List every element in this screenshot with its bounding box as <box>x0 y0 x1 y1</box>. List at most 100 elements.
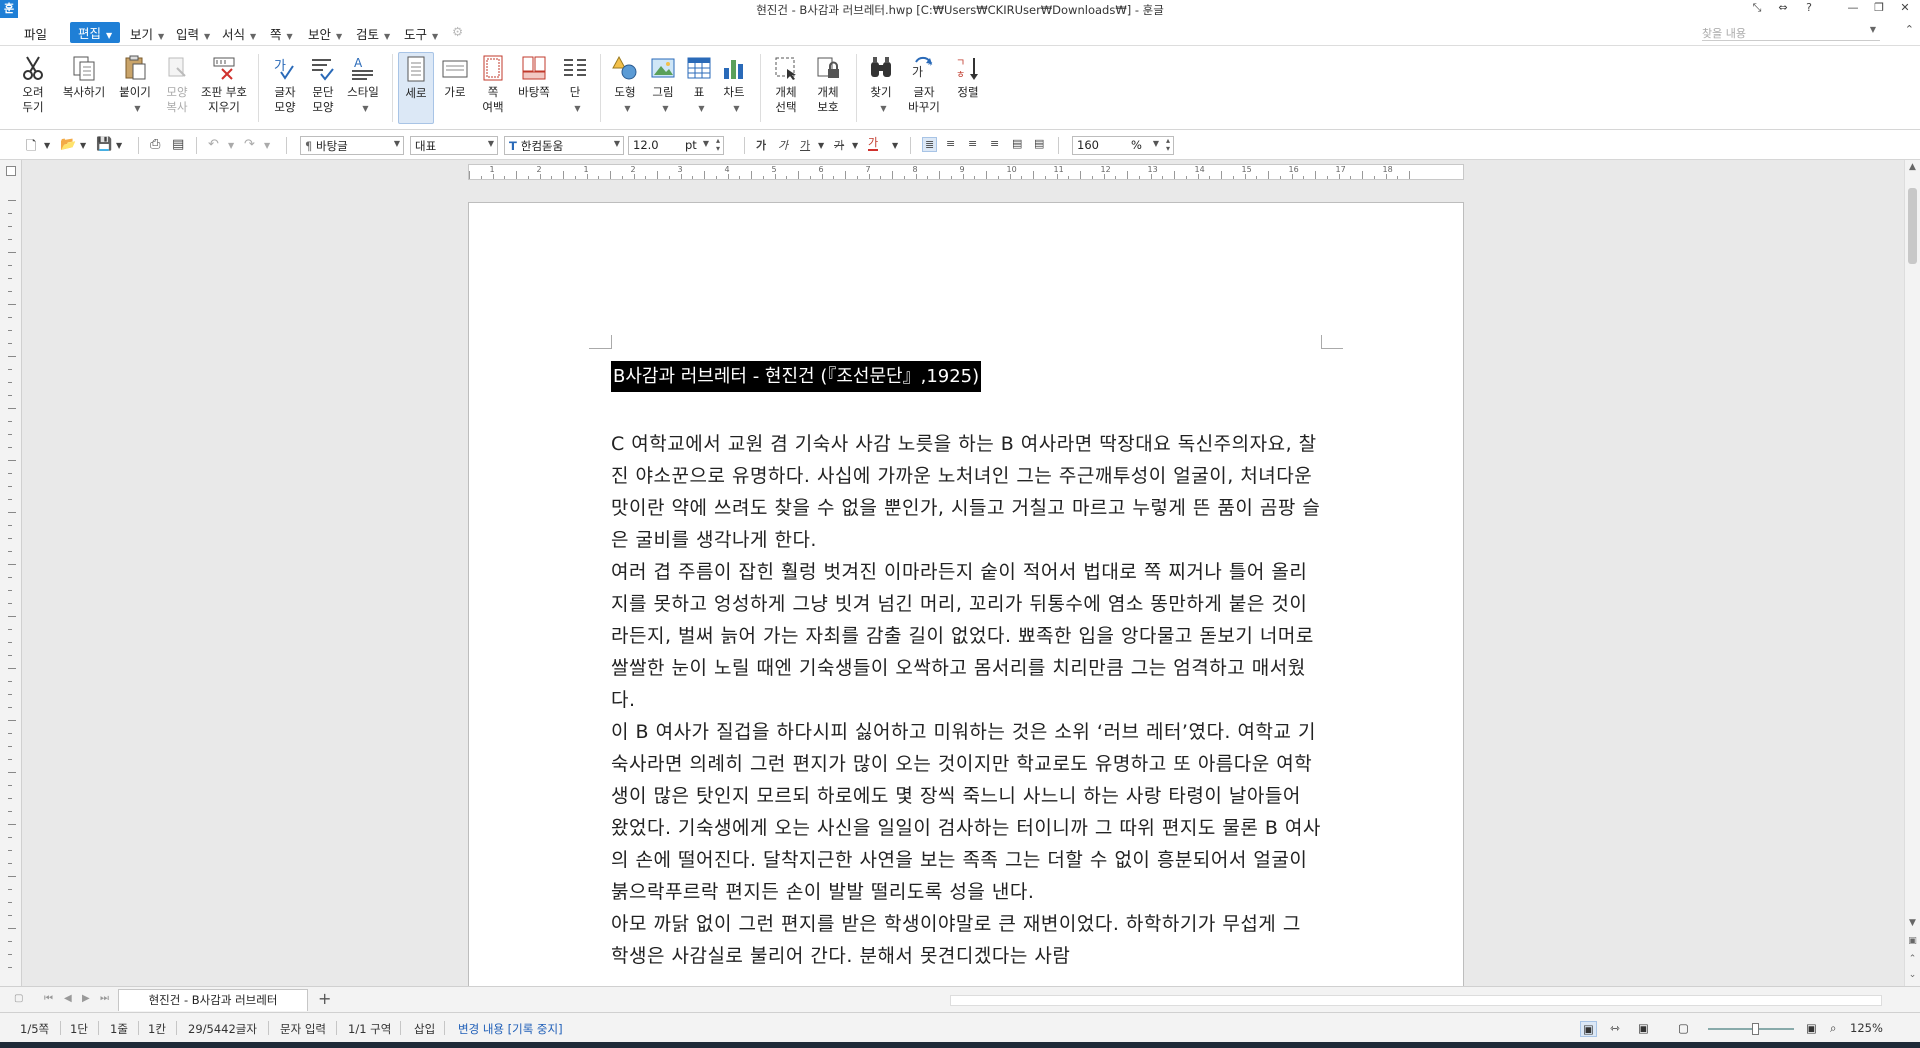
vertical-ruler[interactable] <box>0 160 22 986</box>
horizontal-ruler[interactable]: 1 2 1 2 3 4 5 6 7 8 9 10 11 12 13 14 15 16 17 18 <box>468 164 1464 180</box>
scroll-down-icon[interactable]: ▼ <box>1906 918 1919 932</box>
picture-button[interactable]: 그림 ▼ <box>646 52 680 124</box>
view-width-icon[interactable]: ⇿ <box>1610 1021 1620 1035</box>
style-button[interactable]: A 스타일 ▼ <box>344 52 382 124</box>
save-icon[interactable]: 💾 <box>96 137 112 152</box>
maximize-icon[interactable]: ❐ <box>1870 1 1888 15</box>
find-button[interactable]: 찾기 ▼ <box>864 52 898 124</box>
chevron-down-icon[interactable]: ▼ <box>892 141 898 150</box>
char-shape-button[interactable]: 가 글자 모양 <box>268 52 302 124</box>
menu-security[interactable]: 보안 ▼ <box>308 24 342 43</box>
zoom-out-icon[interactable]: ▢ <box>1678 1021 1689 1035</box>
chevron-down-icon[interactable]: ▼ <box>44 141 50 150</box>
extension-icon[interactable]: ⚙ <box>452 24 463 39</box>
distribute-icon[interactable]: ▤ <box>1012 137 1022 150</box>
horizontal-scrollbar[interactable] <box>950 995 1882 1006</box>
new-document-icon[interactable]: 🗋 <box>26 137 36 159</box>
font-size-input[interactable]: 12.0 pt ▼ ▴ ▾ <box>628 136 724 155</box>
menu-tools[interactable]: 도구 ▼ <box>404 24 438 43</box>
view-page-icon[interactable]: ▣ <box>1580 1021 1597 1037</box>
chevron-down-icon[interactable]: ▼ <box>698 104 704 113</box>
chevron-down-icon[interactable]: ▼ <box>574 104 580 113</box>
prev-tab-icon[interactable]: ◀ <box>64 993 72 1004</box>
chevron-down-icon[interactable]: ▼ <box>264 141 270 150</box>
zoom-slider[interactable] <box>1708 1028 1794 1030</box>
underline-button[interactable]: 가 <box>800 137 810 153</box>
vertical-scrollbar[interactable]: ▲ ▼ ▣ ⌃ ⌄ <box>1904 160 1920 986</box>
status-track-changes[interactable]: 변경 내용 [기록 중지] <box>458 1021 563 1037</box>
copy-button[interactable]: 복사하기 <box>58 52 110 124</box>
help-icon[interactable]: ? <box>1800 1 1818 15</box>
strikethrough-button[interactable]: 가 <box>834 137 844 153</box>
paragraph[interactable]: 아모 까닭 없이 그런 편지를 받은 학생이야말로 큰 재변이었다. 하학하기가… <box>611 908 1321 972</box>
chevron-down-icon[interactable]: ▼ <box>624 104 630 113</box>
redo-icon[interactable]: ↷ <box>244 137 255 152</box>
chevron-down-icon[interactable]: ▼ <box>116 141 122 150</box>
zoom-in-icon[interactable]: ▣ <box>1806 1021 1817 1035</box>
tab-document[interactable]: 현진건 - B사감과 러브레터 <box>118 989 308 1011</box>
menu-edit[interactable]: 편집 ▼ <box>70 22 121 43</box>
align-right-icon[interactable]: ≡ <box>990 137 999 150</box>
menu-file[interactable]: 파일 <box>24 24 47 43</box>
landscape-button[interactable]: 가로 <box>438 52 472 124</box>
justify-icon[interactable]: ≣ <box>922 137 938 152</box>
portrait-button[interactable]: 세로 <box>398 52 434 124</box>
chevron-down-icon[interactable]: ▼ <box>852 141 858 150</box>
page-up-icon[interactable]: ▣ <box>1906 936 1919 950</box>
chevron-down-icon[interactable]: ▼ <box>80 141 86 150</box>
shapes-button[interactable]: 도형 ▼ <box>608 52 642 124</box>
object-protect-button[interactable]: 개체 보호 <box>810 52 846 124</box>
status-input-mode[interactable]: 문자 입력 <box>280 1021 326 1037</box>
sort-button[interactable]: ㄱㅎ 정렬 <box>952 52 984 124</box>
tab-layout-icon[interactable]: ▢ <box>14 993 23 1004</box>
document-title-selected[interactable]: B사감과 러브레터 - 현진건 (『조선문단』,1925) <box>611 361 982 392</box>
font-select[interactable]: T 한컴돋움 ▼ <box>504 136 624 155</box>
last-tab-icon[interactable]: ⏭ <box>100 993 109 1004</box>
paragraph[interactable]: C 여학교에서 교원 겸 기숙사 사감 노릇을 하는 B 여사라면 딱장대요 독… <box>611 428 1321 556</box>
paste-button[interactable]: 붙이기 ▼ <box>116 52 154 124</box>
font-color-button[interactable]: 가 <box>868 137 879 151</box>
columns-button[interactable]: 단 ▼ <box>558 52 592 124</box>
clear-marks-button[interactable]: 조판 부호 지우기 <box>200 52 248 124</box>
format-copy-button[interactable]: 모양 복사 <box>160 52 194 124</box>
cut-button[interactable]: 오려 두기 <box>14 52 52 124</box>
resize-icon[interactable]: ⇔ <box>1774 1 1792 15</box>
add-tab-icon[interactable]: + <box>318 989 331 1008</box>
chevron-down-icon[interactable]: ▼ <box>228 141 234 150</box>
close-icon[interactable]: ✕ <box>1896 1 1914 15</box>
document-body[interactable]: C 여학교에서 교원 겸 기숙사 사감 노릇을 하는 B 여사라면 딱장대요 독… <box>611 428 1321 972</box>
find-input[interactable]: 찾을 내용 ▼ <box>1702 25 1880 41</box>
align-center-icon[interactable]: ≡ <box>968 137 977 150</box>
zoom-icon[interactable]: ⌕ <box>1830 1021 1836 1036</box>
paragraph[interactable]: 이 B 여사가 질겁을 하다시피 싫어하고 미워하는 것은 소위 ‘러브 레터’… <box>611 716 1321 908</box>
next-tab-icon[interactable]: ▶ <box>82 993 90 1004</box>
style-select[interactable]: ¶ 바탕글 ▼ <box>300 136 404 155</box>
menu-format[interactable]: 서식 ▼ <box>222 24 256 43</box>
menu-view[interactable]: 보기 ▼ <box>130 24 164 43</box>
chevron-down-icon[interactable]: ▼ <box>880 104 886 113</box>
chevron-down-icon[interactable]: ▼ <box>818 141 824 150</box>
menu-review[interactable]: 검토 ▼ <box>356 24 390 43</box>
minimize-icon[interactable]: — <box>1844 1 1862 15</box>
replace-button[interactable]: 가 * 글자 바꾸기 <box>902 52 946 124</box>
status-insert-mode[interactable]: 삽입 <box>414 1021 435 1037</box>
zoom-input[interactable]: 160% ▼ ▴ ▾ <box>1072 136 1174 155</box>
para-shape-button[interactable]: 문단 모양 <box>306 52 340 124</box>
view-fit-icon[interactable]: ▣ <box>1638 1021 1649 1035</box>
italic-button[interactable]: 가 <box>778 137 788 153</box>
prev-page-icon[interactable]: ⌃ <box>1906 954 1919 968</box>
chevron-down-icon[interactable]: ▼ <box>733 104 739 113</box>
table-button[interactable]: 표 ▼ <box>684 52 714 124</box>
undo-icon[interactable]: ↶ <box>208 137 219 152</box>
divide-icon[interactable]: ▤ <box>1034 137 1044 150</box>
spin-icon[interactable]: ▴ ▾ <box>716 137 720 153</box>
chevron-down-icon[interactable]: ▼ <box>662 104 668 113</box>
document-page[interactable]: B사감과 러브레터 - 현진건 (『조선문단』,1925) C 여학교에서 교원… <box>468 202 1464 986</box>
page-margin-button[interactable]: 쪽 여백 <box>476 52 510 124</box>
background-page-button[interactable]: 바탕쪽 <box>514 52 554 124</box>
chart-button[interactable]: 차트 ▼ <box>718 52 750 124</box>
language-select[interactable]: 대표 ▼ <box>410 136 498 155</box>
paragraph[interactable]: 여러 겹 주름이 잡힌 훨렁 벗겨진 이마라든지 숱이 적어서 법대로 쪽 찌거… <box>611 556 1321 716</box>
print-icon[interactable]: ⎙ <box>150 137 160 152</box>
menu-page[interactable]: 쪽 ▼ <box>270 24 293 43</box>
